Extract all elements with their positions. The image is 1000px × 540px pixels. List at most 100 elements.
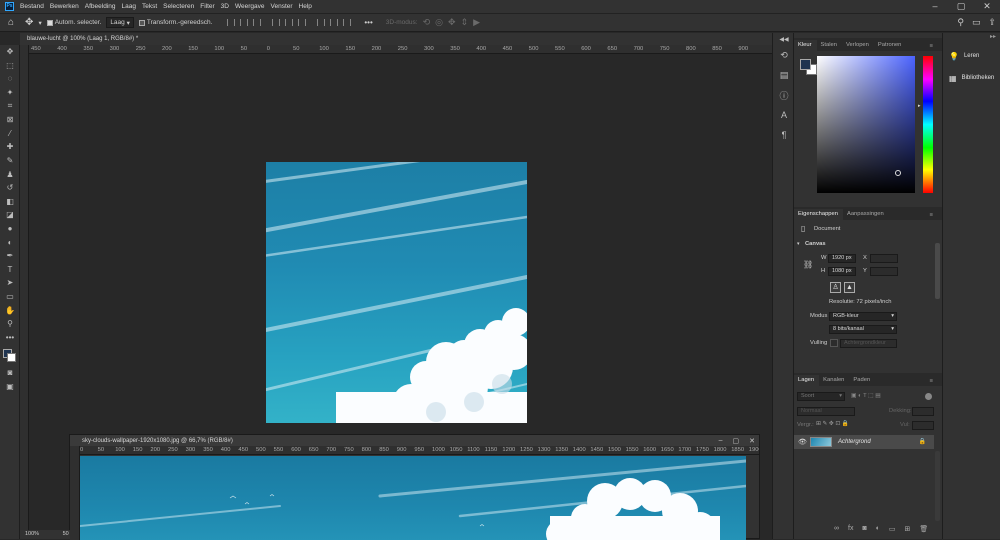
3d-rotate-icon[interactable]: ⟲ (423, 17, 431, 28)
type-tool-icon[interactable]: T (0, 263, 20, 277)
hand-tool-icon[interactable]: ✋ (0, 303, 20, 317)
background-color-swatch[interactable] (7, 353, 16, 363)
lock-icons[interactable]: ⊞ ✎ ✥ ⊡ 🔒 (816, 421, 849, 427)
3d-roll-icon[interactable]: ◎ (435, 17, 443, 28)
floating-minimize-icon[interactable]: – (719, 437, 723, 444)
frame-tool-icon[interactable]: ⊠ (0, 113, 20, 127)
portrait-orientation-icon[interactable]: ♙ (830, 282, 841, 293)
screen-mode-icon[interactable]: ▣ (0, 380, 20, 394)
floating-close-icon[interactable]: ✕ (749, 437, 755, 445)
align-middle-icon[interactable] (285, 19, 294, 26)
floating-document-canvas[interactable] (80, 456, 746, 540)
history-brush-tool-icon[interactable]: ↺ (0, 181, 20, 195)
width-field[interactable]: 1920 px (828, 254, 856, 263)
menu-item-bewerken[interactable]: Bewerken (50, 3, 79, 10)
zoom-level[interactable]: 100% (25, 531, 39, 537)
info-panel-icon[interactable]: ⓘ (773, 85, 795, 105)
lasso-tool-icon[interactable]: ◌ (0, 72, 20, 86)
tab-verlopen[interactable]: Verlopen (842, 40, 874, 51)
paragraph-panel-icon[interactable]: ¶ (773, 125, 795, 145)
align-left-icon[interactable] (227, 19, 236, 26)
link-layers-icon[interactable]: ∞ (834, 525, 839, 537)
new-layer-icon[interactable]: ⊞ (905, 525, 911, 537)
align-center-icon[interactable] (240, 19, 249, 26)
properties-scrollbar[interactable] (935, 243, 940, 299)
photoshop-logo-icon[interactable]: Ps (5, 2, 14, 11)
document-tab[interactable]: blauwe-lucht @ 100% (Laag 1, RGB/8#) * (20, 33, 772, 45)
path-selection-tool-icon[interactable]: ➤ (0, 276, 20, 290)
layer-filter-icons[interactable]: ▣ ◐ T ⬚ ▤ (851, 393, 881, 399)
distribute-horizontal-icon[interactable] (330, 19, 339, 26)
marquee-tool-icon[interactable]: ⬚ (0, 59, 20, 73)
paint-bucket-tool-icon[interactable]: ◪ (0, 208, 20, 222)
delete-layer-icon[interactable]: 🗑 (919, 525, 928, 537)
move-tool-icon[interactable]: ✥ (25, 17, 33, 28)
3d-slide-icon[interactable]: ⇕ (461, 17, 469, 28)
tab-paden[interactable]: Paden (849, 375, 875, 386)
clone-stamp-tool-icon[interactable]: ♟ (0, 167, 20, 181)
floating-window-titlebar[interactable]: sky-clouds-wallpaper-1920x1080.jpg @ 66,… (70, 435, 759, 446)
landscape-orientation-icon[interactable]: ▲ (844, 282, 855, 293)
height-field[interactable]: 1080 px (828, 267, 856, 276)
menu-item-afbeelding[interactable]: Afbeelding (85, 3, 116, 10)
layer-filter-toggle[interactable] (925, 393, 932, 400)
layer-row[interactable]: 👁 Achtergrond 🔒 (794, 435, 934, 449)
bit-depth-select[interactable]: 8 bits/kanaal ▾ (829, 325, 897, 334)
magic-wand-tool-icon[interactable]: ✦ (0, 86, 20, 100)
menu-item-tekst[interactable]: Tekst (142, 3, 157, 10)
auto-select-target-dropdown[interactable]: Laag ▾ (106, 17, 134, 28)
distribute-vertical-icon[interactable] (343, 19, 352, 26)
3d-scale-icon[interactable]: ▶ (473, 17, 480, 28)
color-swatches[interactable] (0, 344, 20, 366)
edit-toolbar-icon[interactable]: ••• (0, 330, 20, 344)
menu-item-3d[interactable]: 3D (221, 3, 229, 10)
pen-tool-icon[interactable]: ✒ (0, 249, 20, 263)
adjustment-layer-icon[interactable]: ◐ (876, 525, 880, 537)
visibility-eye-icon[interactable]: 👁 (798, 438, 807, 446)
history-panel-icon[interactable]: ⟲ (773, 45, 795, 65)
menu-item-filter[interactable]: Filter (200, 3, 214, 10)
menu-item-laag[interactable]: Laag (122, 3, 136, 10)
tab-kanalen[interactable]: Kanalen (819, 375, 849, 386)
hue-slider[interactable] (923, 56, 933, 193)
menu-item-venster[interactable]: Venster (271, 3, 293, 10)
character-panel-icon[interactable]: A (773, 105, 795, 125)
tool-preset-chevron-icon[interactable]: ▾ (38, 19, 41, 27)
align-right-icon[interactable] (253, 19, 262, 26)
minimize-icon[interactable]: – (922, 0, 948, 13)
tab-patronen[interactable]: Patronen (874, 40, 907, 51)
zoom-tool-icon[interactable]: ⚲ (0, 317, 20, 331)
layer-mask-icon[interactable]: ◙ (862, 525, 866, 537)
canvas-section-chevron-icon[interactable]: ▾ (797, 241, 800, 247)
link-dimensions-icon[interactable]: ⛓ (803, 260, 813, 269)
eyedropper-tool-icon[interactable]: ⁄ (0, 127, 20, 141)
move-tool-icon[interactable]: ✥ (0, 45, 20, 59)
align-bottom-icon[interactable] (298, 19, 307, 26)
layer-style-icon[interactable]: fx (848, 525, 853, 537)
layer-thumbnail[interactable] (810, 437, 832, 447)
opacity-field[interactable] (912, 407, 934, 416)
floating-maximize-icon[interactable]: ▢ (733, 437, 740, 445)
fill-opacity-field[interactable] (912, 421, 934, 430)
maximize-icon[interactable]: ▢ (948, 0, 974, 13)
eraser-tool-icon[interactable]: ◧ (0, 195, 20, 209)
layers-scrollbar[interactable] (935, 451, 940, 521)
home-icon[interactable]: ⌂ (8, 17, 14, 28)
menu-item-weergave[interactable]: Weergave (235, 3, 265, 10)
layer-filter-kind[interactable]: Soort ▾ (797, 392, 845, 401)
new-group-icon[interactable]: ▭ (889, 525, 896, 537)
fill-swatch[interactable] (830, 339, 838, 347)
share-icon[interactable]: ⇪ (988, 17, 996, 28)
3d-pan-icon[interactable]: ✥ (448, 17, 456, 28)
actions-panel-icon[interactable]: ▤ (773, 65, 795, 85)
properties-panel-menu-icon[interactable]: ≡ (926, 210, 938, 221)
layer-lock-icon[interactable]: 🔒 (919, 438, 926, 445)
collapse-panels-icon[interactable]: ◀◀ (773, 33, 795, 45)
collapse-learn-icon[interactable]: ▸▸ (943, 33, 1000, 45)
libraries-item[interactable]: ▦ Bibliotheken (943, 67, 1000, 89)
layers-panel-menu-icon[interactable]: ≡ (926, 376, 938, 387)
color-mode-select[interactable]: RGB-kleur ▾ (829, 312, 897, 321)
blend-mode-select[interactable]: Normaal (797, 407, 855, 416)
healing-brush-tool-icon[interactable]: ✚ (0, 140, 20, 154)
more-options-button[interactable]: ••• (364, 18, 372, 27)
